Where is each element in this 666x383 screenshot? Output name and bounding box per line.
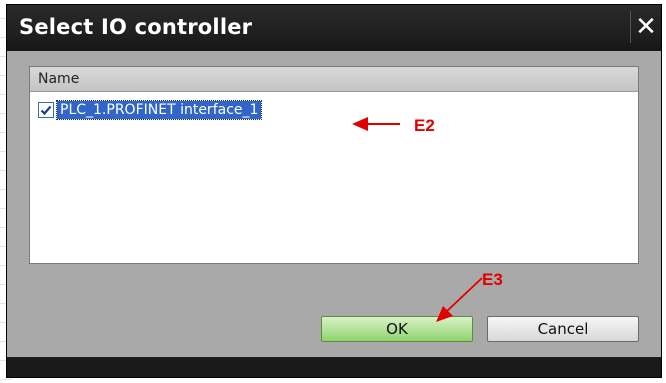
annotation-e3: E3 bbox=[482, 270, 503, 289]
annotation-overlay bbox=[352, 117, 483, 322]
arrow-e3-icon bbox=[436, 277, 483, 322]
annotation-e2: E2 bbox=[414, 116, 435, 135]
arrow-e2-icon bbox=[352, 117, 400, 131]
